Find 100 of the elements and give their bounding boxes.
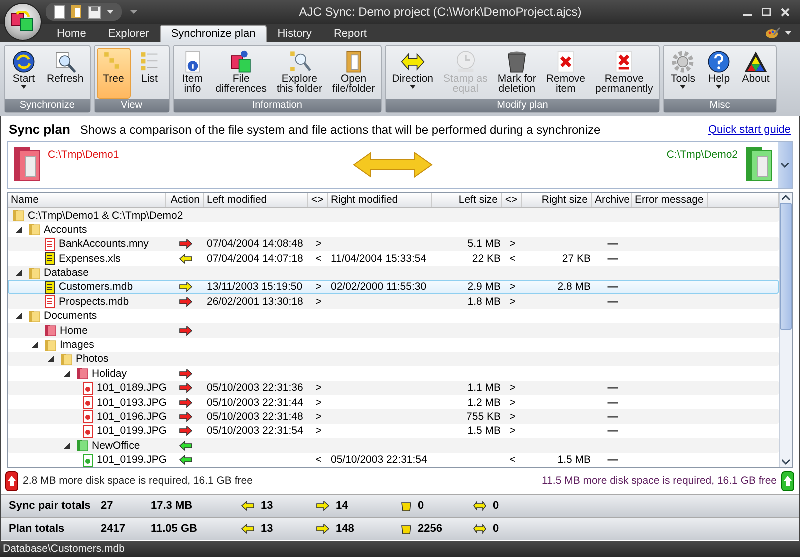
table-cell-text: > (314, 425, 324, 438)
column-header[interactable]: <> (308, 193, 328, 207)
table-cell-text: 2.9 MB (466, 281, 502, 294)
image-file-icon (82, 454, 94, 467)
ribbon-button[interactable]: Explore this folder (272, 48, 326, 99)
ribbon-tab[interactable]: Explorer (97, 25, 160, 42)
table-cell-text: < (508, 252, 518, 265)
collapse-icon[interactable] (64, 370, 70, 377)
ribbon-button[interactable]: File differences (212, 48, 271, 99)
expand-button[interactable] (778, 142, 792, 188)
folder-icon (44, 338, 57, 352)
quick-start-link[interactable]: Quick start guide (708, 124, 791, 136)
ribbon-button[interactable]: About (738, 48, 774, 99)
table-cell-text: 5.1 MB (466, 238, 502, 250)
disk-space-note: 2.8 MB more disk space is required, 16.1 GB free (23, 475, 253, 487)
image-file-icon (82, 424, 94, 438)
table-row[interactable]: Database (8, 266, 779, 280)
table-row[interactable]: BankAccounts.mny 07/04/2004 14:08:48 > 5.1 MB > — (8, 236, 779, 252)
selected-row[interactable]: Customers.mdb 13/11/2003 15:19:50 > 02/02/2000 11:55:30 2.9 MB > 2.8 MB — (8, 280, 779, 294)
collapse-icon[interactable] (16, 270, 22, 276)
ribbon-button[interactable]: Refresh (43, 48, 88, 99)
gear-icon (670, 50, 696, 74)
table-row[interactable]: 101_0199.JPG 05/10/2003 22:31:54 > 1.5 MB > — (8, 424, 779, 438)
folder-icon (60, 352, 73, 366)
file-icon (44, 252, 56, 266)
folder-icon (76, 367, 89, 380)
column-header[interactable]: Right size (522, 193, 592, 207)
column-header[interactable]: Error message (632, 193, 708, 207)
ribbon-tab[interactable]: Report (322, 25, 378, 42)
collapse-icon[interactable] (16, 226, 22, 233)
close-icon[interactable] (781, 8, 790, 16)
item-name: BankAccounts.mny (59, 238, 149, 250)
total-size: 17.3 MB (151, 500, 194, 512)
palette-icon[interactable] (765, 27, 781, 39)
left-arrow-icon (241, 501, 255, 511)
ribbon-tab[interactable]: Synchronize plan (160, 25, 267, 42)
collapse-icon[interactable] (16, 313, 22, 320)
table-row[interactable]: Photos (8, 352, 779, 366)
table-cell-text: 02/02/2000 11:55:30 (330, 281, 428, 294)
column-header[interactable]: Archive (592, 193, 632, 207)
column-header[interactable]: <> (502, 193, 522, 207)
scroll-down-icon[interactable] (782, 457, 790, 467)
new-file-icon[interactable] (54, 5, 65, 19)
ribbon-button[interactable]: Item info (176, 48, 210, 99)
ribbon-button[interactable]: Help (702, 48, 736, 99)
caret-icon[interactable] (107, 10, 114, 14)
caret-icon[interactable] (785, 31, 792, 36)
table-row[interactable]: 101_0189.JPG 05/10/2003 22:31:36 > 1.1 MB > — (8, 380, 779, 396)
ribbon-tab[interactable]: Home (46, 25, 98, 42)
ribbon-button[interactable]: Tools (666, 48, 700, 99)
table-cell-text: 1.5 MB (556, 454, 592, 466)
table-row[interactable]: NewOffice (8, 438, 779, 453)
item-name: 101_0199.JPG (96, 454, 167, 466)
item-name: C:\Tmp\Demo1 & C:\Tmp\Demo2 (28, 210, 184, 222)
column-header[interactable]: Left modified (204, 193, 308, 207)
customize-caret-icon[interactable] (130, 9, 138, 15)
double-arrow-icon (473, 501, 487, 511)
maximize-icon[interactable] (762, 8, 771, 16)
section-title: Sync plan (9, 122, 70, 137)
table-row[interactable]: 101_0196.JPG 05/10/2003 22:31:48 > 755 KB > — (8, 409, 779, 424)
column-header[interactable]: Action (166, 193, 204, 207)
scrollbar[interactable] (779, 193, 792, 467)
column-header[interactable]: Left size (432, 193, 502, 207)
ribbon-button[interactable]: List (132, 48, 167, 99)
ribbon-button[interactable]: Tree (96, 48, 131, 99)
right-folder-path: C:\Tmp\Demo2 (666, 148, 738, 161)
table-cell-text: 13/11/2003 15:19:50 (206, 281, 304, 294)
app-menu-button[interactable] (4, 3, 42, 41)
total-value: 2256 (418, 523, 442, 535)
collapse-icon[interactable] (32, 342, 38, 348)
collapse-icon[interactable] (48, 356, 54, 362)
ribbon-button[interactable]: Remove item (542, 48, 590, 99)
column-header[interactable]: Name (8, 193, 166, 207)
help-icon (706, 50, 732, 74)
item-name: Accounts (44, 224, 88, 236)
item-name: Home (60, 324, 88, 337)
table-row[interactable]: Documents (8, 308, 779, 324)
table-row[interactable]: 101_0199.JPG < 05/10/2003 22:31:54 < 1.5 MB — (8, 452, 779, 467)
ribbon-button[interactable]: Direction (388, 48, 438, 99)
table-row[interactable]: C:\Tmp\Demo1 & C:\Tmp\Demo2 (8, 208, 779, 222)
save-icon[interactable] (88, 6, 101, 18)
ribbon-button[interactable]: Start (7, 48, 41, 99)
table-row[interactable]: Images (8, 338, 779, 352)
table-row[interactable]: 101_0193.JPG 05/10/2003 22:31:44 > 1.2 MB > — (8, 395, 779, 410)
ribbon-tab[interactable]: History (266, 25, 323, 42)
table-row[interactable]: Prospects.mdb 26/02/2001 13:30:18 > 1.8 MB > — (8, 294, 779, 309)
ribbon-button[interactable]: Open file/folder (328, 48, 380, 99)
item-name: 101_0189.JPG (96, 382, 167, 394)
ribbon-button[interactable]: Mark for deletion (494, 48, 540, 99)
trash-icon (401, 500, 412, 512)
table-cell-text: 1.8 MB (466, 296, 502, 308)
ribbon-button[interactable]: Remove permanently (592, 48, 658, 99)
collapse-icon[interactable] (64, 442, 70, 449)
open-folder-icon[interactable] (71, 5, 82, 19)
scroll-up-icon[interactable] (782, 193, 790, 203)
table-cell-text: 07/04/2004 14:07:18 (206, 252, 304, 265)
table-row[interactable]: Home (8, 323, 779, 338)
table-cell-text: — (606, 425, 620, 438)
column-header[interactable]: Right modified (328, 193, 432, 207)
table-cell-text: 07/04/2004 14:08:48 (206, 238, 304, 250)
